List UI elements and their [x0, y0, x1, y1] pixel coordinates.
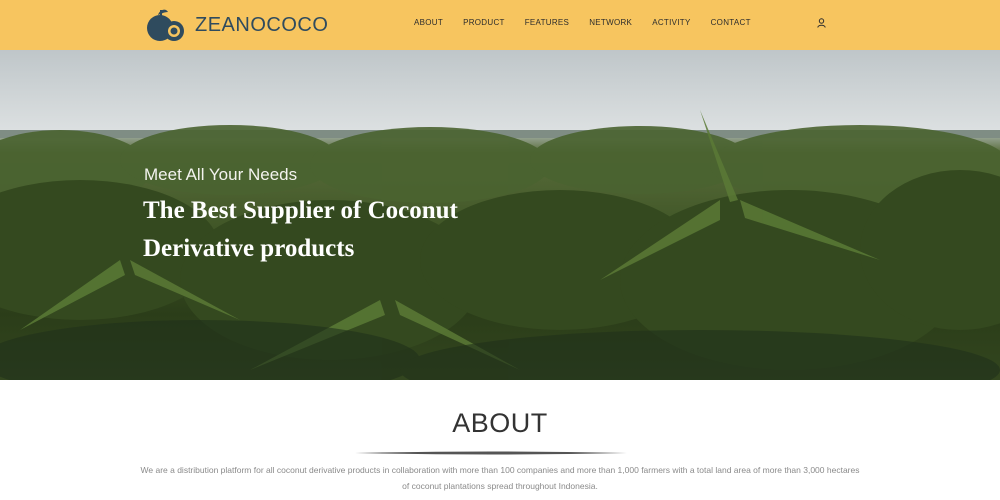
- main-nav: ABOUT PRODUCT FEATURES NETWORK ACTIVITY …: [414, 18, 771, 27]
- hero-banner: Meet All Your Needs The Best Supplier of…: [0, 50, 1000, 380]
- hero-subtitle: Meet All Your Needs: [144, 165, 298, 184]
- nav-activity[interactable]: ACTIVITY: [652, 18, 690, 27]
- nav-contact[interactable]: CONTACT: [711, 18, 751, 27]
- about-description: We are a distribution platform for all c…: [140, 465, 860, 491]
- section-divider: [355, 451, 627, 455]
- brand-name: ZEANOCOCO: [195, 13, 329, 36]
- about-title: ABOUT: [452, 408, 548, 438]
- brand-logo[interactable]: ZEANOCOCO: [146, 6, 328, 44]
- user-icon[interactable]: [817, 18, 826, 28]
- top-navigation-bar: ZEANOCOCO ABOUT PRODUCT FEATURES NETWORK…: [0, 0, 1000, 50]
- nav-features[interactable]: FEATURES: [525, 18, 569, 27]
- nav-network[interactable]: NETWORK: [589, 18, 632, 27]
- nav-product[interactable]: PRODUCT: [463, 18, 505, 27]
- hero-title: The Best Supplier of Coconut Derivative …: [143, 197, 458, 262]
- about-section: ABOUT We are a distribution platform for…: [0, 380, 1000, 500]
- coconut-logo-icon: [147, 9, 184, 41]
- nav-about[interactable]: ABOUT: [414, 18, 443, 27]
